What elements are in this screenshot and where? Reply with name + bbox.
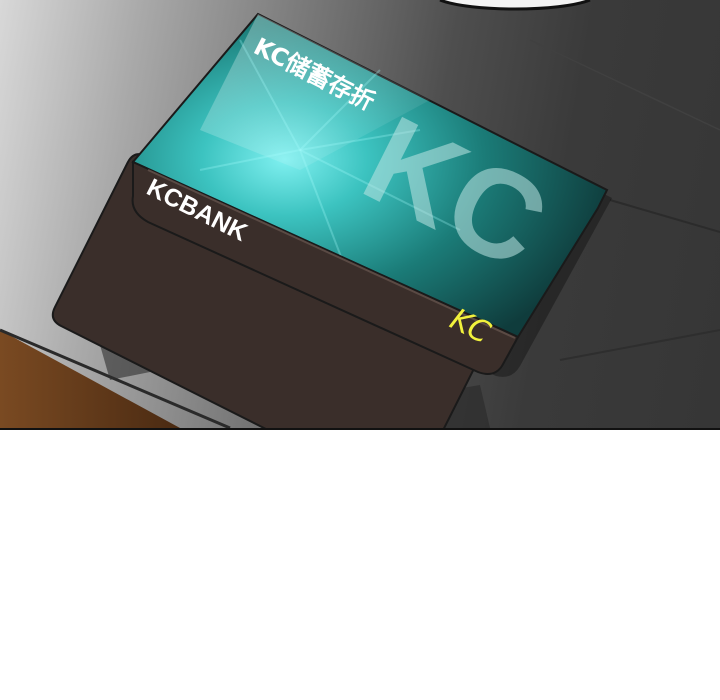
blank-area (0, 430, 720, 700)
scene-illustration: KC储蓄存折 KCBANK KC KC (0, 0, 720, 428)
comic-panel: KC储蓄存折 KCBANK KC KC (0, 0, 720, 430)
